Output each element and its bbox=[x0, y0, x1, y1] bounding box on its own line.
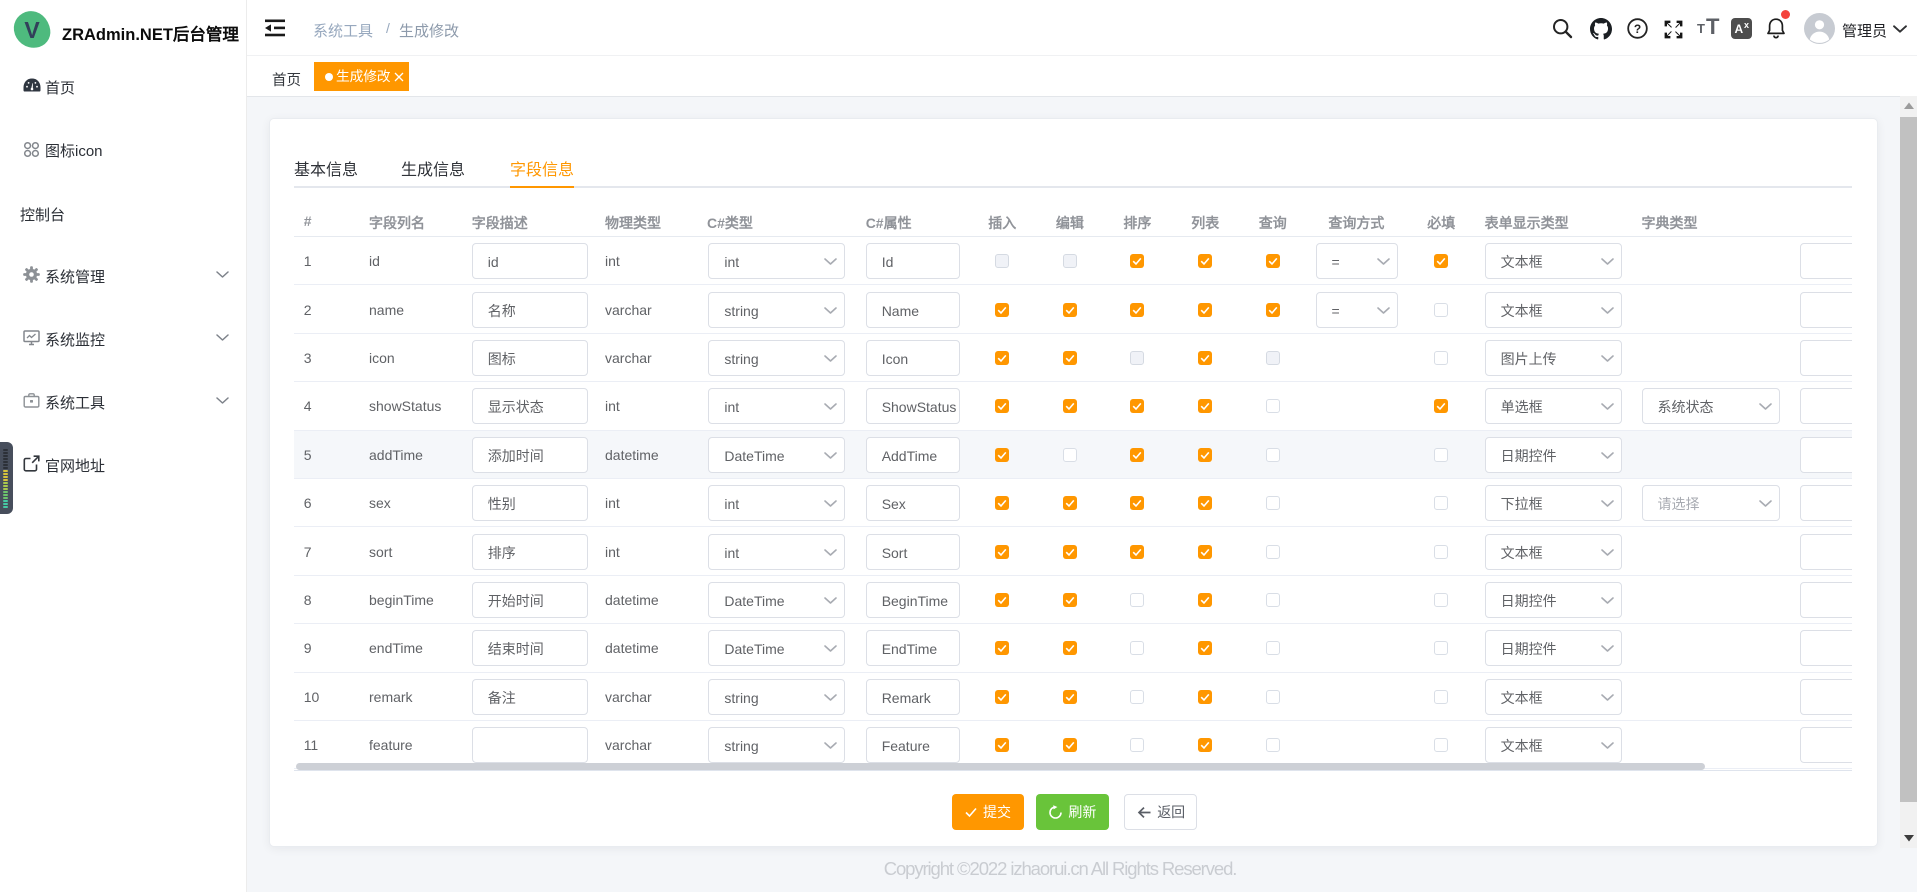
svg-text:?: ? bbox=[1634, 22, 1641, 36]
